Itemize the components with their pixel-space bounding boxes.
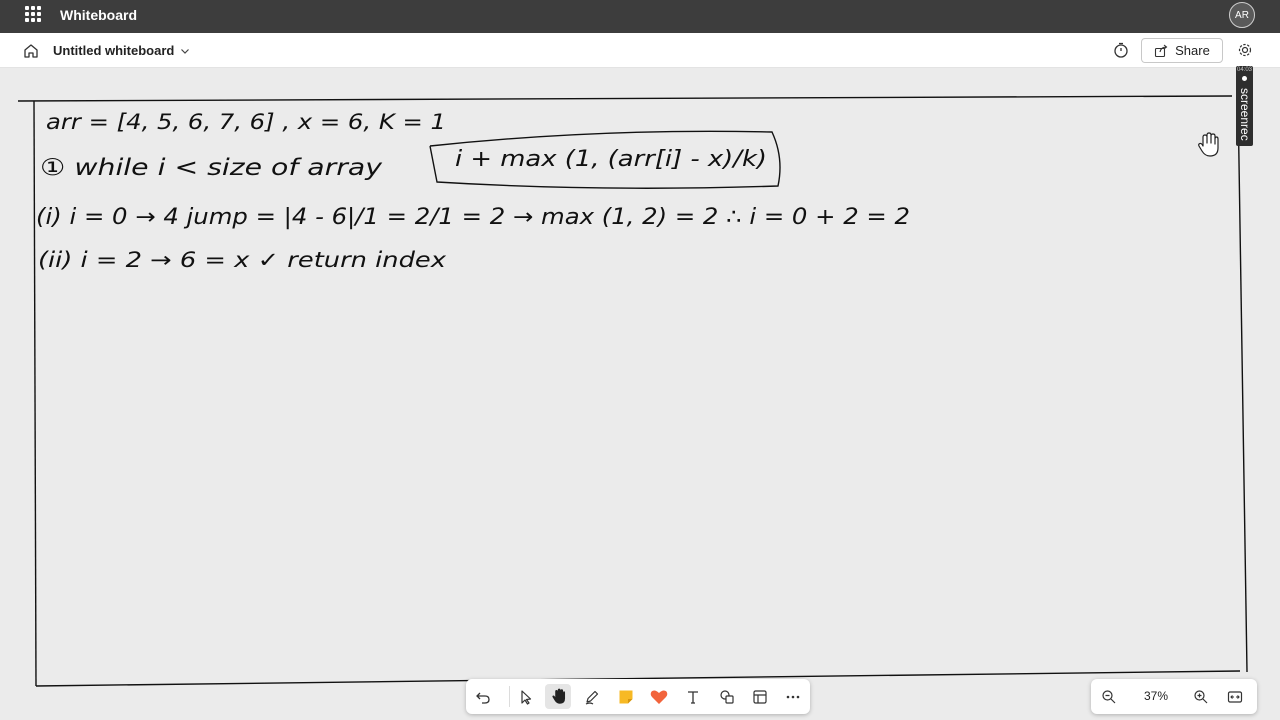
more-icon	[786, 695, 800, 698]
chevron-down-icon	[181, 48, 190, 54]
select-pointer-icon	[521, 689, 532, 705]
undo-icon	[476, 692, 490, 704]
title-bar: Whiteboard AR	[0, 0, 1280, 33]
whiteboard-canvas[interactable]: arr = [4, 5, 6, 7, 6] , x = 6, K = 1 ① w…	[0, 68, 1280, 720]
reaction-heart-icon	[650, 689, 668, 704]
share-label: Share	[1175, 43, 1210, 58]
recorder-time: 04:03	[1237, 67, 1253, 73]
recorder-label: screenrec	[1238, 88, 1252, 141]
fit-to-screen-button[interactable]	[1223, 685, 1247, 709]
gear-icon[interactable]	[1236, 41, 1254, 59]
ink-line-1: arr = [4, 5, 6, 7, 6] , x = 6, K = 1	[46, 110, 446, 134]
tool-palette	[466, 679, 810, 714]
board-frame-top	[17, 95, 1233, 102]
hand-pan-icon	[551, 688, 565, 704]
toolbar-separator	[509, 686, 510, 707]
document-title: Untitled whiteboard	[53, 43, 175, 58]
screen-recorder-badge: 04:03 screenrec	[1236, 66, 1253, 146]
ink-line-4: (ii) i = 2 → 6 = x ✓ return index	[38, 248, 447, 272]
share-button[interactable]: Share	[1141, 38, 1223, 63]
board-frame-right	[1237, 97, 1248, 673]
timer-icon[interactable]	[1112, 41, 1130, 59]
app-launcher-icon[interactable]	[25, 6, 41, 22]
record-dot-icon	[1242, 76, 1247, 81]
more-tools-button[interactable]	[780, 684, 806, 709]
text-tool[interactable]	[680, 684, 706, 709]
ink-line-3: (i) i = 0 → 4 jump = |4 - 6|/1 = 2/1 = 2…	[36, 205, 910, 230]
pen-tool[interactable]	[579, 684, 605, 709]
zoom-out-button[interactable]	[1097, 685, 1121, 709]
sticky-note-icon	[619, 690, 633, 703]
pan-tool[interactable]	[545, 684, 571, 709]
zoom-in-button[interactable]	[1189, 685, 1213, 709]
home-icon[interactable]	[22, 42, 40, 60]
zoom-controls: 37%	[1091, 679, 1257, 714]
shapes-tool[interactable]	[714, 684, 740, 709]
share-icon	[1155, 44, 1168, 57]
reaction-tool[interactable]	[646, 684, 672, 709]
ink-line-formula: i + max (1, (arr[i] - x)/k)	[455, 147, 767, 172]
zoom-out-icon	[1102, 690, 1116, 704]
pen-icon	[585, 690, 599, 705]
sticky-note-tool[interactable]	[613, 684, 639, 709]
select-tool[interactable]	[513, 684, 539, 709]
text-icon	[688, 690, 698, 704]
ink-line-2: ① while i < size of array	[40, 155, 382, 181]
undo-button[interactable]	[470, 684, 496, 709]
board-frame-left	[33, 100, 37, 687]
shapes-icon	[720, 689, 734, 704]
avatar[interactable]: AR	[1229, 2, 1255, 28]
hand-cursor-icon	[1198, 132, 1219, 157]
zoom-level[interactable]: 37%	[1139, 689, 1173, 703]
document-toolbar: Untitled whiteboard Share	[0, 33, 1280, 68]
template-icon	[753, 689, 767, 704]
zoom-in-icon	[1194, 690, 1208, 704]
template-tool[interactable]	[747, 684, 773, 709]
app-title: Whiteboard	[60, 7, 137, 23]
document-title-menu[interactable]: Untitled whiteboard	[53, 43, 190, 58]
fit-screen-icon	[1227, 691, 1243, 703]
